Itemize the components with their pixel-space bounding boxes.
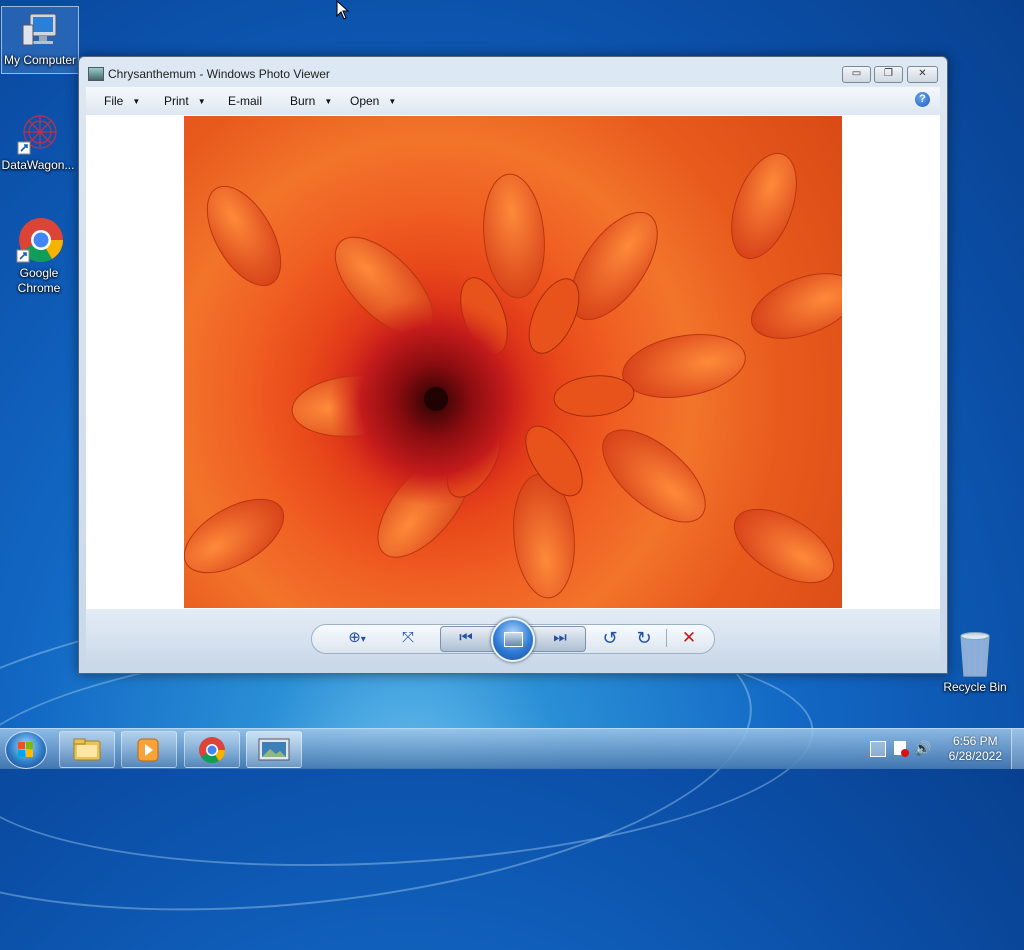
chrome-icon	[15, 216, 63, 264]
menu-email-label: E-mail	[228, 94, 263, 108]
menu-file[interactable]: File ▼	[104, 94, 140, 108]
desktop-icon-label: Google Chrome	[17, 266, 61, 295]
datawagon-icon	[16, 112, 60, 156]
desktop-icon-label: DataWagon...	[1, 158, 75, 172]
clock[interactable]: 6:56 PM 6/28/2022	[949, 734, 1002, 764]
previous-button[interactable]: ⏮	[451, 627, 481, 649]
slideshow-icon	[504, 632, 523, 647]
close-button[interactable]: ✕	[907, 66, 938, 83]
menu-open-label: Open	[350, 94, 380, 108]
media-player-icon	[137, 738, 159, 762]
chevron-down-icon: ▾	[360, 634, 366, 645]
photo-viewer-app-icon	[88, 67, 104, 81]
desktop-icon-my-computer[interactable]: My Computer	[1, 6, 79, 74]
photo-viewer-window: Chrysanthemum - Windows Photo Viewer ▭ ❐…	[78, 56, 948, 674]
delete-icon: ✕	[681, 628, 697, 647]
rotate-cw-icon: ↻	[636, 628, 652, 648]
volume-icon[interactable]: 🔊	[914, 740, 931, 757]
menu-print[interactable]: Print ▼	[164, 94, 206, 108]
action-center-icon[interactable]	[894, 741, 909, 757]
chrysanthemum-photo	[184, 116, 842, 608]
menu-print-label: Print	[164, 94, 189, 108]
computer-icon	[20, 11, 60, 51]
clock-date: 6/28/2022	[948, 749, 1002, 763]
flower-petals-artwork	[184, 152, 842, 599]
chevron-down-icon: ▼	[197, 97, 206, 106]
desktop-icon-label: My Computer	[3, 53, 77, 67]
minimize-button[interactable]: ▭	[842, 66, 871, 83]
image-viewing-area	[86, 115, 940, 609]
viewer-control-bar: ⊕▾ ⤧ ⏮ ⏭ ↺ ↻ ✕	[86, 609, 940, 667]
chevron-down-icon: ▼	[388, 97, 397, 106]
menu-email[interactable]: E-mail	[228, 94, 262, 108]
next-icon: ⏭	[553, 629, 567, 646]
window-title: Chrysanthemum - Windows Photo Viewer	[108, 67, 330, 81]
photo-viewer-icon	[258, 738, 290, 761]
title-bar[interactable]: Chrysanthemum - Windows Photo Viewer ▭ ❐…	[79, 57, 947, 87]
start-button[interactable]	[5, 731, 47, 769]
maximize-button[interactable]: ❐	[874, 66, 903, 83]
fit-window-icon: ⤧	[401, 629, 414, 646]
desktop-icon-label: Recycle Bin	[943, 680, 1007, 694]
chevron-down-icon: ▼	[324, 97, 333, 106]
menu-burn-label: Burn	[290, 94, 316, 108]
show-desktop-button[interactable]	[1011, 729, 1024, 769]
next-button[interactable]: ⏭	[545, 627, 575, 649]
delete-button[interactable]: ✕	[677, 627, 701, 649]
network-icon[interactable]	[870, 741, 886, 757]
taskbar-photo-viewer-button[interactable]	[246, 731, 302, 768]
recycle-bin-icon	[955, 630, 995, 678]
menu-open[interactable]: Open ▼	[350, 94, 396, 108]
system-tray: 🔊 6:56 PM 6/28/2022	[854, 729, 1024, 769]
mouse-cursor	[336, 0, 350, 25]
taskbar-explorer-button[interactable]	[59, 731, 115, 768]
menu-file-label: File	[104, 94, 124, 108]
menu-bar: File ▼ Print ▼ E-mail Burn ▼ Open ▼ ?	[86, 87, 940, 116]
desktop-icon-recycle-bin[interactable]: Recycle Bin	[937, 630, 1013, 695]
chrome-icon	[199, 737, 226, 764]
clock-time: 6:56 PM	[952, 734, 998, 748]
chevron-down-icon: ▼	[132, 97, 141, 106]
rotate-ccw-icon: ↺	[602, 628, 618, 648]
play-slideshow-button[interactable]	[491, 618, 535, 662]
toolbar-divider	[666, 629, 667, 647]
zoom-button[interactable]: ⊕▾	[339, 627, 375, 649]
desktop-icon-google-chrome[interactable]: Google Chrome	[1, 216, 77, 296]
menu-burn[interactable]: Burn ▼	[290, 94, 332, 108]
help-icon[interactable]: ?	[915, 92, 930, 107]
rotate-clockwise-button[interactable]: ↻	[633, 627, 655, 649]
taskbar: 🔊 6:56 PM 6/28/2022	[0, 728, 1024, 769]
folder-icon	[73, 738, 101, 761]
desktop-icon-datawagon[interactable]: DataWagon...	[0, 112, 76, 173]
actual-size-button[interactable]: ⤧	[396, 627, 420, 649]
taskbar-media-player-button[interactable]	[121, 731, 177, 768]
rotate-counterclockwise-button[interactable]: ↺	[599, 627, 621, 649]
taskbar-chrome-button[interactable]	[184, 731, 240, 768]
zoom-icon: ⊕	[348, 629, 361, 646]
previous-icon: ⏮	[459, 629, 473, 646]
windows-logo-icon	[18, 742, 34, 758]
